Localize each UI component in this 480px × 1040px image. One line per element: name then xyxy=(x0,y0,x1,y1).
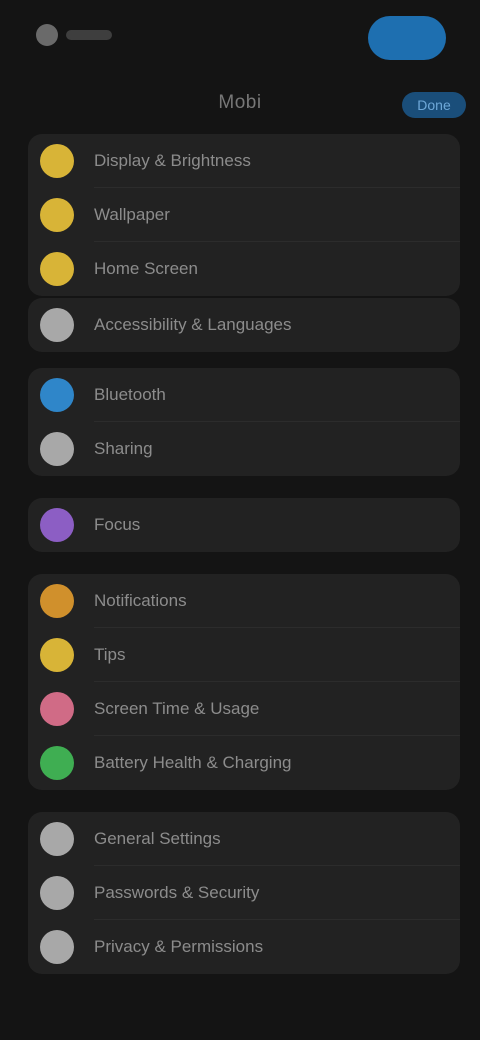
settings-row[interactable]: General Settings xyxy=(28,812,460,866)
status-time xyxy=(66,30,112,40)
settings-row-label: Tips xyxy=(94,645,126,664)
dynamic-island-pill[interactable] xyxy=(368,16,446,60)
settings-group-focus: Focus xyxy=(28,498,460,552)
status-left xyxy=(36,20,116,48)
settings-row[interactable]: Bluetooth xyxy=(28,368,460,422)
settings-row-label: Focus xyxy=(94,515,141,534)
settings-row-label: Accessibility & Languages xyxy=(94,315,292,334)
settings-group-general: General Settings Passwords & Security Priv… xyxy=(28,812,460,974)
status-bar xyxy=(0,0,480,72)
screen-time-icon xyxy=(40,692,74,726)
accessibility-icon xyxy=(40,308,74,342)
settings-group-notifications: Notifications Tips Screen Time & Usage Batt… xyxy=(28,574,460,790)
done-button[interactable]: Done xyxy=(402,92,466,118)
tips-icon xyxy=(40,638,74,672)
settings-row-label: General Settings xyxy=(94,829,221,848)
settings-group-connectivity: Bluetooth Sharing xyxy=(28,368,460,476)
settings-row-label: Sharing xyxy=(94,439,153,458)
battery-icon xyxy=(40,746,74,780)
settings-row-label: Display & Brightness xyxy=(94,151,251,170)
focus-icon xyxy=(40,508,74,542)
settings-row[interactable]: Screen Time & Usage xyxy=(28,682,460,736)
home-screen-icon xyxy=(40,252,74,286)
settings-row-label: Screen Time & Usage xyxy=(94,699,260,718)
brightness-icon xyxy=(40,144,74,178)
settings-row[interactable]: Home Screen xyxy=(28,242,460,296)
bluetooth-icon xyxy=(40,378,74,412)
settings-row-label: Privacy & Permissions xyxy=(94,937,264,956)
notifications-icon xyxy=(40,584,74,618)
settings-row-label: Notifications xyxy=(94,591,187,610)
general-icon xyxy=(40,822,74,856)
settings-row[interactable]: Passwords & Security xyxy=(28,866,460,920)
settings-row[interactable]: Sharing xyxy=(28,422,460,476)
passwords-icon xyxy=(40,876,74,910)
nav-bar: Mobi Done xyxy=(0,80,480,132)
settings-row[interactable]: Wallpaper xyxy=(28,188,460,242)
settings-row[interactable]: Display & Brightness xyxy=(28,134,460,188)
settings-row-label: Battery Health & Charging xyxy=(94,753,292,772)
settings-group-display: Display & Brightness Wallpaper Home Screen xyxy=(28,134,460,296)
sharing-icon xyxy=(40,432,74,466)
settings-row-label: Home Screen xyxy=(94,259,198,278)
signal-icon xyxy=(36,24,58,46)
settings-row[interactable]: Privacy & Permissions xyxy=(28,920,460,974)
settings-row[interactable]: Accessibility & Languages xyxy=(28,298,460,352)
settings-row-label: Passwords & Security xyxy=(94,883,260,902)
settings-row[interactable]: Tips xyxy=(28,628,460,682)
settings-group-accessibility: Accessibility & Languages xyxy=(28,298,460,352)
wallpaper-icon xyxy=(40,198,74,232)
privacy-icon xyxy=(40,930,74,964)
settings-row-label: Bluetooth xyxy=(94,385,166,404)
settings-row[interactable]: Focus xyxy=(28,498,460,552)
settings-row-label: Wallpaper xyxy=(94,205,170,224)
settings-row[interactable]: Battery Health & Charging xyxy=(28,736,460,790)
settings-row[interactable]: Notifications xyxy=(28,574,460,628)
